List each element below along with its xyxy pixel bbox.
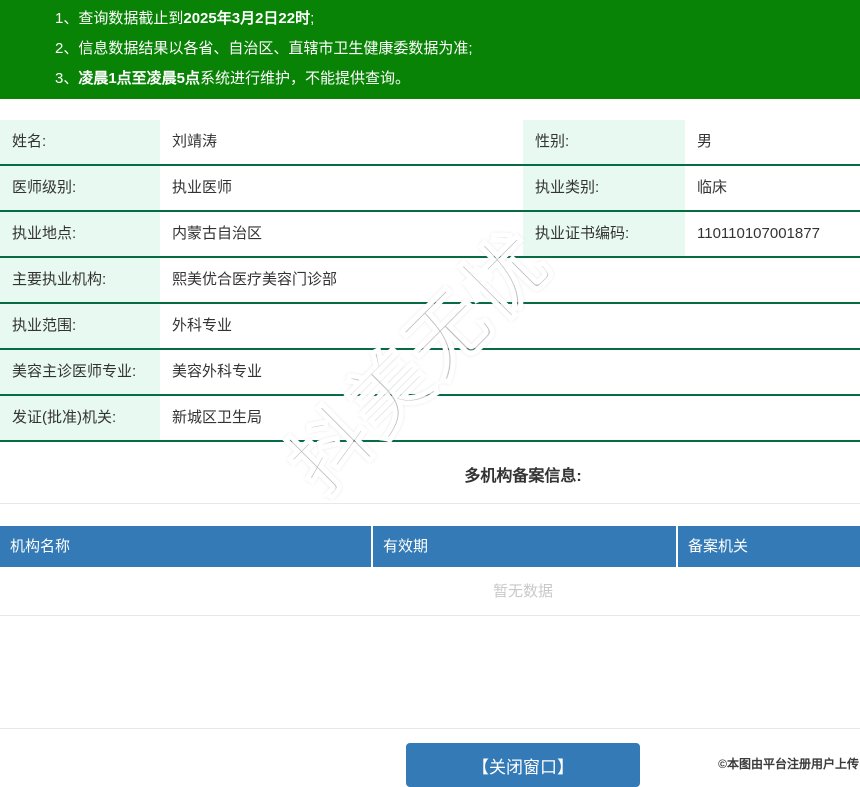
field-value-issuing-authority: 新城区卫生局: [172, 409, 263, 426]
field-label-cosmetic-specialty: 美容主诊医师专业:: [0, 349, 160, 395]
table-row: 美容主诊医师专业: 美容外科专业: [0, 349, 860, 395]
page-container: 1、查询数据截止到2025年3月2日22时; 2、信息数据结果以各省、自治区、直…: [0, 0, 860, 787]
column-header-validity-period: 有效期: [373, 526, 676, 567]
divider: [0, 503, 860, 504]
field-label-issuing-authority: 发证(批准)机关:: [0, 395, 160, 441]
table-row: 发证(批准)机关: 新城区卫生局: [0, 395, 860, 441]
practitioner-info-table: 姓名: 刘靖涛 性别: 男 医师级别: 执业医师 执业类别: 临床 执业地点: …: [0, 120, 860, 442]
multi-institution-section-title: 多机构备案信息:: [464, 468, 582, 485]
field-label-doctor-level: 医师级别:: [0, 165, 160, 211]
empty-data-message: 暂无数据: [0, 567, 860, 616]
field-value-name: 刘靖涛: [172, 133, 218, 150]
field-label-gender: 性别:: [523, 120, 685, 165]
notice-banner: 1、查询数据截止到2025年3月2日22时; 2、信息数据结果以各省、自治区、直…: [0, 0, 860, 99]
registration-table-header: 机构名称 有效期 备案机关: [0, 526, 860, 567]
field-value-certificate-number: 110110107001877: [697, 225, 820, 242]
column-header-filing-authority: 备案机关: [678, 526, 860, 567]
field-value-main-institution: 熙美优合医疗美容门诊部: [172, 271, 338, 288]
field-label-main-institution: 主要执业机构:: [0, 257, 160, 303]
column-header-institution-name: 机构名称: [0, 526, 371, 567]
table-row: 执业地点: 内蒙古自治区 执业证书编码: 110110107001877: [0, 211, 860, 257]
table-row: 主要执业机构: 熙美优合医疗美容门诊部: [0, 257, 860, 303]
field-label-practice-category: 执业类别:: [523, 165, 685, 211]
field-label-practice-scope: 执业范围:: [0, 303, 160, 349]
field-value-cosmetic-specialty: 美容外科专业: [172, 363, 263, 380]
field-label-practice-location: 执业地点:: [0, 211, 160, 257]
table-row: 执业范围: 外科专业: [0, 303, 860, 349]
notice-line-2: 2、信息数据结果以各省、自治区、直辖市卫生健康委数据为准;: [55, 40, 473, 57]
close-window-button[interactable]: 【关闭窗口】: [406, 743, 640, 787]
table-row: 医师级别: 执业医师 执业类别: 临床: [0, 165, 860, 211]
notice-number: 3、: [55, 70, 79, 87]
field-label-certificate-number: 执业证书编码:: [523, 211, 685, 257]
field-value-gender: 男: [697, 133, 713, 150]
notice-line-3: 3、凌晨1点至凌晨5点系统进行维护，不能提供查询。: [55, 70, 411, 87]
notice-number: 1、: [55, 10, 79, 27]
notice-number: 2、: [55, 40, 79, 57]
uploader-copyright-text: ©本图由平台注册用户上传: [718, 757, 859, 771]
field-value-practice-category: 临床: [697, 179, 728, 196]
field-label-name: 姓名:: [0, 120, 160, 165]
field-value-doctor-level: 执业医师: [172, 179, 233, 196]
table-row: 姓名: 刘靖涛 性别: 男: [0, 120, 860, 165]
field-value-practice-location: 内蒙古自治区: [172, 225, 263, 242]
notice-line-1: 1、查询数据截止到2025年3月2日22时;: [55, 10, 315, 27]
field-value-practice-scope: 外科专业: [172, 317, 233, 334]
